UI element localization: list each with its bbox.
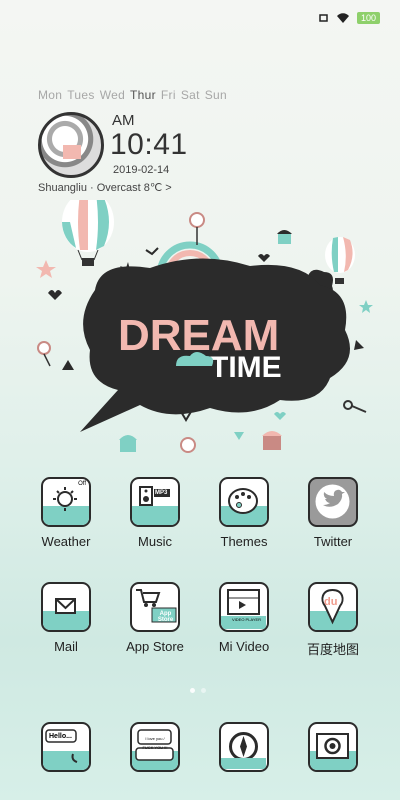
battery-indicator: 100 [356, 12, 380, 24]
day-label-active: Thur [130, 88, 156, 102]
dock-phone[interactable]: Hello... [31, 722, 101, 772]
lollipop-icon [180, 437, 196, 453]
heart-icon [258, 254, 270, 262]
video-icon: VIDEO PLAYER [219, 582, 269, 632]
hot-air-balloon-left-icon [62, 200, 114, 266]
app-baidu-maps[interactable]: du 百度地图 [298, 582, 368, 658]
baidu-icon-label: du [324, 596, 338, 608]
dock-camera[interactable] [298, 722, 368, 772]
bird-icon [145, 247, 159, 256]
music-icon-label: MP3 [155, 490, 168, 496]
app-label: Twitter [313, 534, 353, 549]
wifi-icon [336, 13, 349, 23]
video-icon-label: VIDEO PLAYER [232, 617, 262, 622]
day-label: Sat [180, 88, 200, 102]
avatar[interactable] [38, 112, 104, 178]
app-mi-video[interactable]: VIDEO PLAYER Mi Video [209, 582, 279, 654]
phone-icon: Hello... [41, 722, 91, 772]
app-twitter[interactable]: Twitter [298, 477, 368, 549]
status-bar: 100 [0, 0, 400, 36]
music-icon: MP3 [130, 477, 180, 527]
weather-icon-badge: Off [78, 481, 86, 487]
app-label: App Store [126, 639, 184, 654]
dream-time-wallpaper: DREAM TIME [36, 200, 373, 453]
key-icon [343, 400, 367, 413]
lollipop-icon [189, 212, 205, 228]
dock-messages[interactable]: I love you / FUCK YOU !!! [120, 722, 190, 772]
dock-browser[interactable] [209, 722, 279, 772]
app-app-store[interactable]: App Store App Store [120, 582, 190, 654]
heart-icon [48, 290, 62, 300]
cupcake-icon [277, 230, 292, 244]
app-label: Mail [54, 639, 78, 654]
page-indicator [190, 688, 206, 693]
baidu-maps-icon: du [308, 582, 358, 632]
day-label: Tues [67, 88, 95, 102]
triangle-icon [234, 432, 244, 440]
weather-icon: Off [41, 477, 91, 527]
app-label: 百度地图 [306, 642, 359, 657]
day-label: Sun [204, 88, 228, 102]
browser-icon [219, 722, 269, 772]
triangle-icon [62, 360, 74, 370]
app-weather[interactable]: Off Weather [31, 477, 101, 549]
triangle-icon [354, 340, 364, 350]
camera-icon [308, 722, 358, 772]
weekday-row: Mon Tues Wed Thur Fri Sat Sun [38, 88, 227, 102]
star-icon [359, 300, 373, 313]
clock-date: 2019-02-14 [113, 164, 170, 176]
app-themes[interactable]: Themes [209, 477, 279, 549]
phone-icon-text: Hello... [49, 733, 72, 740]
messages-icon: I love you / FUCK YOU !!! [130, 722, 180, 772]
app-music[interactable]: MP3 Music [120, 477, 190, 549]
cupcake-icon [262, 431, 282, 450]
page-dot-active[interactable] [190, 688, 195, 693]
star-icon [36, 260, 56, 278]
messages-icon-text: I love you / FUCK YOU !!! [142, 736, 168, 750]
clock-time[interactable]: 10:41 [110, 128, 188, 162]
cupcake-icon [119, 435, 137, 452]
weather-summary-link[interactable]: Shuangliu · Overcast 8℃ > [38, 181, 172, 194]
heart-icon [274, 412, 286, 420]
app-label: Mi Video [218, 639, 270, 654]
themes-icon [219, 477, 269, 527]
day-label: Wed [99, 88, 126, 102]
wallpaper-title-time: TIME [210, 351, 282, 384]
app-store-icon: App Store [130, 582, 180, 632]
app-label: Music [138, 534, 172, 549]
app-mail[interactable]: Mail [31, 582, 101, 654]
twitter-icon [308, 477, 358, 527]
mail-icon [41, 582, 91, 632]
day-label: Mon [38, 88, 63, 102]
app-label: Themes [220, 534, 268, 549]
page-dot[interactable] [201, 688, 206, 693]
app-label: Weather [41, 534, 91, 549]
screen-rotate-icon [319, 14, 328, 22]
day-label: Fri [160, 88, 176, 102]
clock-ampm: AM [112, 112, 135, 129]
app-store-icon-label: App Store [157, 611, 174, 623]
lollipop-icon [37, 341, 51, 355]
